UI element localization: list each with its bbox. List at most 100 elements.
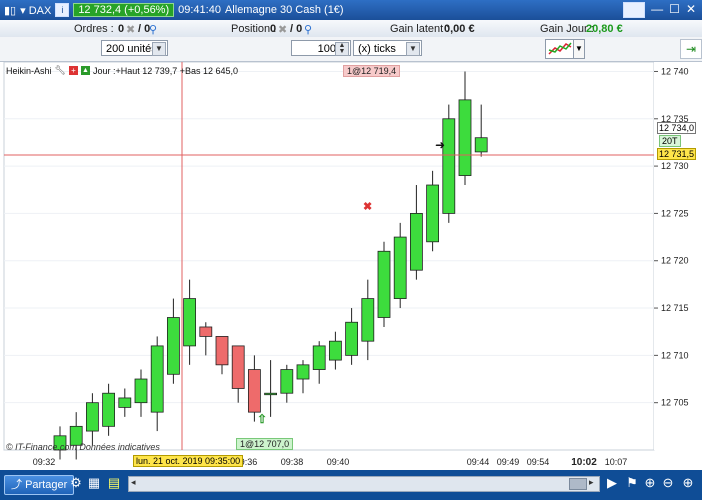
grid-icon[interactable]: ▤ bbox=[106, 475, 122, 491]
sell-marker-icon: ✖ bbox=[363, 201, 373, 213]
candle-body[interactable] bbox=[280, 369, 294, 394]
y-tick-label: 12 710 bbox=[661, 350, 689, 360]
candle-body[interactable] bbox=[426, 184, 440, 243]
price-pill: 12 732,4 (+0,56%) bbox=[73, 3, 175, 17]
ticks-select-value: (x) ticks bbox=[358, 43, 396, 55]
auto-zoom-icon[interactable]: ⊕ bbox=[642, 475, 658, 491]
y-tick-label: 12 720 bbox=[661, 256, 689, 266]
keyboard-icon[interactable] bbox=[623, 2, 646, 18]
position-value: 0 bbox=[270, 23, 277, 35]
minimize-icon[interactable]: — bbox=[651, 2, 663, 18]
indicator-label[interactable]: Heikin-Ashi bbox=[6, 66, 52, 76]
scroll-thumb[interactable] bbox=[569, 478, 587, 490]
chart-panel[interactable]: 12 740 12 735 12 730 12 725 12 720 12 715 12 7… bbox=[0, 62, 702, 470]
settings-icon[interactable]: ⚙︎ bbox=[68, 475, 84, 491]
share-icon: ⤴︎ bbox=[11, 479, 22, 491]
candle-body[interactable] bbox=[296, 364, 310, 380]
orders-search-icon[interactable]: ⚲ bbox=[149, 23, 157, 36]
scroll-right-icon[interactable]: ▸ bbox=[589, 477, 594, 488]
zoom-out-icon[interactable]: ⊖ bbox=[660, 475, 676, 491]
candle-body[interactable] bbox=[199, 326, 213, 337]
x-tick-label: 09:54 bbox=[527, 457, 550, 467]
clock-time: 09:41:40 bbox=[178, 4, 221, 16]
y-tick-label: 12 730 bbox=[661, 161, 689, 171]
candle-body[interactable] bbox=[393, 236, 407, 299]
candle-body[interactable] bbox=[409, 213, 423, 271]
candle-body[interactable] bbox=[183, 298, 197, 347]
stepper-arrows-icon[interactable]: ▲ ▼ bbox=[335, 42, 349, 56]
candle-body[interactable] bbox=[134, 378, 148, 404]
price-marker-current: 12 734,0 bbox=[657, 122, 697, 134]
candle-body[interactable] bbox=[86, 402, 99, 432]
position-sep: / 0 bbox=[290, 23, 303, 35]
share-button[interactable]: ⤴︎ Partager bbox=[4, 475, 75, 495]
candle-body[interactable] bbox=[458, 99, 472, 176]
order-label-top[interactable]: 1@12 719,4 bbox=[343, 65, 401, 77]
chart-type-button[interactable] bbox=[545, 39, 575, 59]
candle-body[interactable] bbox=[377, 250, 391, 318]
chevron-down-icon[interactable]: ▼ bbox=[152, 42, 166, 56]
price-marker-last: 12 731,5 bbox=[657, 148, 697, 160]
orders-value: 0 bbox=[118, 23, 125, 35]
day-gain-value: 20,80 € bbox=[586, 23, 623, 35]
candle-body[interactable] bbox=[166, 317, 180, 375]
watermark: © IT-Finance.com Données indicatives bbox=[6, 442, 160, 452]
wrench-icon[interactable]: 🔧︎ bbox=[55, 65, 66, 76]
price-marker-tag: 20T bbox=[659, 135, 681, 147]
order-label-bottom[interactable]: 1@12 707,0 bbox=[236, 438, 294, 450]
candle-body[interactable] bbox=[264, 392, 278, 396]
info-icon[interactable]: i bbox=[55, 3, 70, 17]
x-tick-label: 09:40 bbox=[327, 457, 350, 467]
candle-body[interactable] bbox=[442, 118, 456, 214]
quantity-stepper[interactable]: 100 ▲ ▼ bbox=[291, 40, 351, 56]
x-tick-label: 10:07 bbox=[605, 457, 628, 467]
panel-toggle-button[interactable]: ⇥ bbox=[680, 39, 702, 59]
cursor-date-label: lun. 21 oct. 2019 09:35:00 bbox=[133, 455, 244, 467]
candle-body[interactable] bbox=[118, 397, 132, 408]
share-label: Partager bbox=[25, 479, 68, 491]
candle-body[interactable] bbox=[247, 369, 261, 413]
up-arrow-icon[interactable]: ▲ bbox=[80, 66, 90, 75]
bottom-toolbar: ⤴︎ Partager ⚙︎ ▦ ▤ ◂ ▸ ▶ ⚑ ⊕ ⊖ ⊕ bbox=[0, 470, 702, 500]
maximize-icon[interactable]: ☐ bbox=[669, 2, 680, 18]
y-tick-label: 12 715 bbox=[661, 303, 689, 313]
chart-icon bbox=[548, 42, 572, 55]
price-chart[interactable]: 12 74012 73512 73012 72512 72012 71512 7… bbox=[0, 62, 702, 470]
chart-scrollbar[interactable]: ◂ ▸ bbox=[128, 476, 600, 492]
candle-body[interactable] bbox=[474, 137, 488, 153]
candle-body[interactable] bbox=[345, 321, 359, 356]
candle-body[interactable] bbox=[328, 340, 342, 361]
latent-label: Gain latent : bbox=[390, 23, 450, 35]
candle-body[interactable] bbox=[231, 345, 245, 389]
candle-body[interactable] bbox=[312, 345, 326, 370]
order-toolbar: 200 unités ▼ 100 ▲ ▼ (x) ticks ▼ ▼ ⇥ bbox=[0, 37, 702, 62]
candle-body[interactable] bbox=[102, 392, 115, 427]
position-cancel-icon[interactable]: ✖ bbox=[278, 23, 287, 36]
candle-body[interactable] bbox=[215, 336, 229, 366]
play-icon[interactable]: ▶ bbox=[604, 475, 620, 491]
chevron-down-icon[interactable]: ▼ bbox=[406, 42, 420, 56]
connection-icon[interactable]: ▮▯ bbox=[4, 4, 16, 17]
candle-body[interactable] bbox=[361, 298, 375, 342]
instrument-dropdown[interactable]: ▾ DAX bbox=[20, 4, 51, 17]
orders-cancel-icon[interactable]: ✖ bbox=[126, 23, 135, 36]
close-icon[interactable]: ✕ bbox=[686, 2, 696, 18]
zoom-in-icon[interactable]: ⊕ bbox=[680, 475, 696, 491]
scroll-left-icon[interactable]: ◂ bbox=[131, 477, 136, 488]
add-indicator-icon[interactable]: + bbox=[68, 66, 78, 75]
x-tick-label: 10:02 bbox=[571, 457, 597, 468]
chart-legend: Heikin-Ashi 🔧︎ + ▲ Jour :+Haut 12 739,7 … bbox=[6, 65, 238, 76]
candle-body[interactable] bbox=[150, 345, 164, 413]
x-tick-label: 09:32 bbox=[33, 457, 56, 467]
calculator-icon[interactable]: ▦ bbox=[86, 475, 102, 491]
x-tick-label: 09:38 bbox=[281, 457, 304, 467]
units-select[interactable]: 200 unités ▼ bbox=[101, 40, 168, 56]
pin-icon[interactable]: ⚑ bbox=[624, 475, 640, 491]
ticks-select[interactable]: (x) ticks ▼ bbox=[353, 40, 422, 56]
account-infobar: Ordres : 0 ✖ / 0 ⚲ Position : 0 ✖ / 0 ⚲ … bbox=[0, 20, 702, 38]
y-tick-label: 12 725 bbox=[661, 208, 689, 218]
arrow-right-icon: ➜ bbox=[435, 138, 446, 152]
chart-type-dropdown[interactable]: ▼ bbox=[573, 39, 585, 59]
instrument-label: DAX bbox=[28, 4, 52, 17]
position-search-icon[interactable]: ⚲ bbox=[304, 23, 312, 36]
